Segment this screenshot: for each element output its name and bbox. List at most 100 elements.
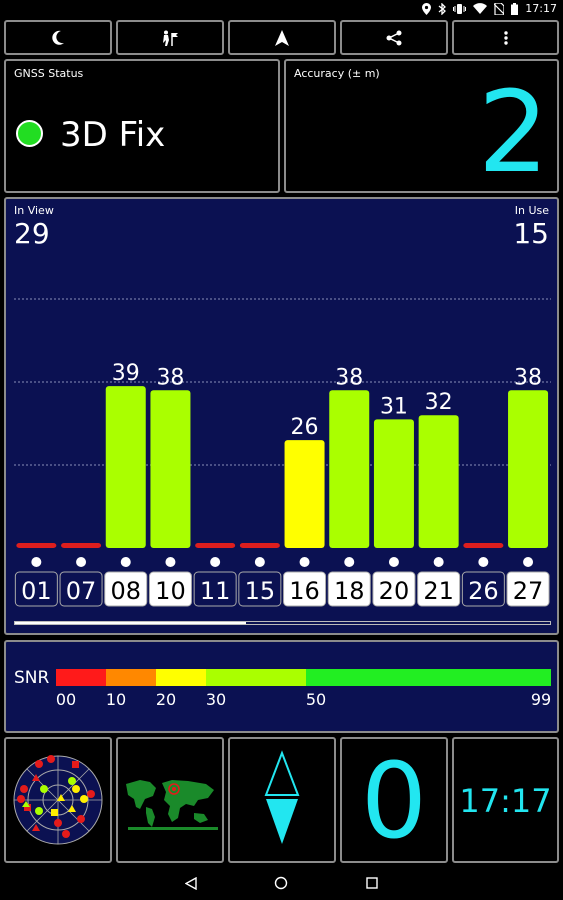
snr-segment: [56, 669, 106, 686]
elevation-dot: [31, 557, 42, 567]
elevation-dot: [388, 557, 399, 567]
recents-button[interactable]: [357, 866, 387, 900]
recents-icon: [366, 877, 378, 889]
bar-value-label: 31: [380, 394, 408, 419]
gnss-status-label: GNSS Status: [14, 67, 84, 80]
back-button[interactable]: [176, 866, 206, 900]
prn-label: 10: [155, 577, 186, 605]
scroll-indicator-track: [14, 621, 551, 625]
bar-value-label: 39: [112, 361, 140, 386]
elevation-dot: [165, 557, 176, 567]
back-icon: [185, 876, 197, 890]
elevation-dot: [523, 557, 534, 567]
sky-plot-icon: [13, 755, 103, 845]
bar-value-label: 38: [514, 365, 542, 390]
fix-status-indicator: [16, 120, 43, 147]
snr-tick-label: 10: [106, 690, 126, 709]
snr-segment: [106, 669, 156, 686]
prn-label: 18: [334, 577, 365, 605]
battery-icon: [511, 2, 519, 15]
signal-bar-08: [105, 386, 146, 548]
prn-label: 26: [468, 577, 499, 605]
signal-bar-21: [418, 415, 459, 548]
more-vert-icon: [503, 30, 508, 45]
sky-view-tile[interactable]: [4, 737, 112, 863]
status-time: 17:17: [525, 2, 557, 15]
snr-tick-label: 50: [306, 690, 326, 709]
fix-status-text: 3D Fix: [60, 115, 166, 155]
accuracy-label: Accuracy (± m): [294, 67, 380, 80]
signal-bar-01: [16, 543, 57, 548]
prn-label: 27: [513, 577, 544, 605]
elevation-dot: [299, 557, 310, 567]
elevation-dot: [478, 557, 489, 567]
home-icon: [274, 876, 288, 890]
share-button[interactable]: [340, 20, 448, 55]
scroll-indicator-thumb: [15, 622, 246, 624]
navigation-bar: [0, 866, 563, 900]
home-button[interactable]: [266, 866, 296, 900]
navigation-arrow-icon: [275, 29, 289, 46]
accuracy-value: 2: [477, 68, 549, 198]
signal-bar-11: [195, 543, 236, 548]
place-marker-icon: [163, 30, 178, 46]
elevation-dot: [76, 557, 87, 567]
snr-segment: [306, 669, 551, 686]
bar-value-label: 26: [291, 415, 319, 440]
signal-bar-27: [508, 390, 549, 548]
snr-tick-label: 00: [56, 690, 76, 709]
snr-segment: [206, 669, 306, 686]
elevation-dot: [210, 557, 221, 567]
prn-label: 07: [66, 577, 97, 605]
accuracy-panel[interactable]: Accuracy (± m) 2: [284, 59, 559, 193]
elevation-dot: [254, 557, 265, 567]
wifi-icon: [473, 3, 488, 14]
snr-tick-label: 20: [156, 690, 176, 709]
world-map-tile[interactable]: [116, 737, 224, 863]
signal-bar-15: [239, 543, 280, 548]
prn-label: 11: [200, 577, 231, 605]
place-marker-button[interactable]: [116, 20, 224, 55]
prn-label: 01: [21, 577, 52, 605]
snr-color-scale: 00 10 20 30 50 99: [56, 669, 551, 709]
signal-bar-07: [61, 543, 102, 548]
moon-icon: [52, 30, 64, 45]
world-map-icon: [126, 780, 218, 830]
elevation-dot: [433, 557, 444, 567]
snr-tick-label: 99: [531, 690, 551, 709]
snr-legend-panel: SNR 00 10 20 30 50 99: [4, 640, 559, 733]
no-sim-icon: [494, 2, 505, 15]
speed-tile[interactable]: 0: [340, 737, 448, 863]
prn-label: 16: [289, 577, 320, 605]
vibrate-icon: [453, 3, 467, 14]
signal-bar-18: [329, 390, 370, 548]
gnss-status-panel[interactable]: GNSS Status 3D Fix: [4, 59, 280, 193]
share-icon: [386, 30, 402, 45]
night-mode-button[interactable]: [4, 20, 112, 55]
navigation-button[interactable]: [228, 20, 336, 55]
prn-label: 08: [110, 577, 141, 605]
elevation-dot: [344, 557, 355, 567]
more-options-button[interactable]: [452, 20, 559, 55]
bluetooth-icon: [438, 2, 447, 15]
compass-tile[interactable]: [228, 737, 336, 863]
signal-bar-10: [150, 390, 191, 548]
signal-bar-16: [284, 440, 325, 548]
status-bar: 17:17: [0, 0, 563, 17]
signal-bar-20: [373, 419, 414, 548]
clock-tile[interactable]: 17:17: [452, 737, 559, 863]
snr-segment: [156, 669, 206, 686]
location-icon: [422, 2, 432, 15]
snr-tick-label: 30: [206, 690, 226, 709]
signal-bar-26: [463, 543, 504, 548]
bar-value-label: 32: [425, 390, 453, 415]
prn-label: 15: [245, 577, 276, 605]
speed-value: 0: [360, 740, 428, 862]
clock-time: 17:17: [459, 782, 552, 820]
satellite-signal-panel[interactable]: In View 29 In Use 15 01 07 39 08 38 10 11 15 26 1…: [4, 197, 559, 635]
elevation-dot: [120, 557, 131, 567]
prn-label: 20: [379, 577, 410, 605]
satellite-bar-chart: 01 07 39 08 38 10 11 15 26 16 38 18 31 20 32 21 26 38 27: [14, 298, 551, 607]
bar-value-label: 38: [156, 365, 184, 390]
prn-label: 21: [423, 577, 454, 605]
